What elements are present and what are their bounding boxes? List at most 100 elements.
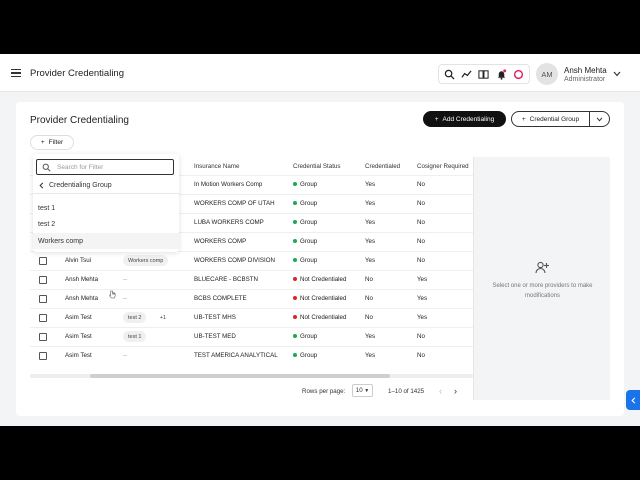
group-chip[interactable]: +1	[155, 312, 171, 323]
table-row[interactable]: Alvin Tsui Workers comp WORKERS COMP DIVIS…	[30, 251, 473, 270]
filter-back-row[interactable]: Credentialing Group	[33, 178, 179, 194]
cosigner-value: No	[417, 257, 425, 264]
credential-group-label: Credential Group	[529, 115, 580, 123]
status-dot-icon	[293, 239, 297, 244]
credential-status-label: Group	[300, 238, 318, 245]
bulk-action-panel: Select one or more providers to make mod…	[473, 157, 610, 400]
row-checkbox[interactable]	[39, 295, 47, 303]
filter-search-input[interactable]	[57, 162, 167, 173]
credentialed-value: Yes	[365, 238, 376, 245]
row-checkbox[interactable]	[39, 257, 47, 265]
search-icon	[42, 163, 51, 172]
user-role: Administrator	[564, 76, 606, 83]
search-icon[interactable]	[444, 69, 455, 80]
credentialed-value: Yes	[365, 181, 376, 188]
row-checkbox[interactable]	[39, 314, 47, 322]
table-row[interactable]: Asim Test -- TEST AMERICA ANALYTICAL Group Y…	[30, 346, 473, 365]
hamburger-menu-icon[interactable]	[11, 69, 21, 78]
credential-status: Not Credentialed	[293, 314, 346, 321]
credential-group-button[interactable]: + Credential Group	[511, 111, 610, 127]
chevron-down-icon[interactable]	[613, 71, 621, 77]
filter-label: Filter	[48, 139, 64, 146]
column-header-status[interactable]: Credential Status	[293, 157, 340, 175]
row-checkbox[interactable]	[39, 333, 47, 341]
table-row[interactable]: Ansh Mehta -- BLUECARE - BCBSTN Not Credent…	[30, 270, 473, 289]
horizontal-scrollbar[interactable]	[30, 374, 473, 378]
filter-button[interactable]: + Filter	[30, 135, 74, 150]
filter-search[interactable]	[36, 159, 174, 175]
user-name: Ansh Mehta	[564, 66, 607, 75]
status-dot-icon	[293, 334, 297, 339]
insurance-name: WORKERS COMP OF UTAH	[194, 200, 275, 207]
plus-icon: +	[434, 115, 439, 123]
status-dot-icon	[293, 201, 297, 206]
provider-name: Asim Test	[65, 314, 92, 321]
insurance-name: WORKERS COMP	[194, 238, 247, 245]
credential-status-label: Group	[300, 257, 318, 264]
credentialed-value: Yes	[365, 352, 376, 359]
credential-status-label: Group	[300, 333, 318, 340]
table-row[interactable]: Asim Test test 1 UB-TEST MED Group Yes No	[30, 327, 473, 346]
group-empty: --	[123, 276, 128, 283]
filter-option[interactable]: Workers comp	[33, 233, 179, 249]
credential-status-label: Group	[300, 352, 318, 359]
group-chip: Workers comp	[123, 255, 169, 266]
group-chip: test 1	[123, 331, 147, 342]
insurance-name: BLUECARE - BCBSTN	[194, 276, 258, 283]
column-header-cosigner[interactable]: Cosigner Required	[417, 157, 469, 175]
table-row[interactable]: Ansh Mehta -- BCBS COMPLETE Not Credentiale…	[30, 289, 473, 308]
bell-icon[interactable]	[496, 68, 507, 80]
credentialed-value: Yes	[365, 219, 376, 226]
filter-option[interactable]: test 1	[33, 200, 179, 216]
side-drawer-toggle[interactable]	[626, 390, 640, 410]
plus-icon: +	[521, 115, 526, 123]
cosigner-value: No	[417, 333, 425, 340]
filter-option[interactable]: test 2	[33, 216, 179, 232]
credential-status-label: Group	[300, 181, 318, 188]
plus-icon: +	[40, 139, 45, 146]
insurance-name: In Motion Workers Comp	[194, 181, 263, 188]
status-dot-icon	[293, 277, 297, 282]
add-credentialing-button[interactable]: + Add Credentialing	[423, 111, 506, 127]
status-ring-icon[interactable]	[513, 69, 524, 80]
credential-status: Group	[293, 238, 317, 245]
insurance-name: UB-TEST MED	[194, 333, 236, 340]
next-page-icon[interactable]: ›	[454, 386, 457, 396]
credential-group-main[interactable]: + Credential Group	[512, 112, 589, 126]
insurance-name: BCBS COMPLETE	[194, 295, 247, 302]
mouse-pointer-icon	[109, 290, 116, 299]
status-dot-icon	[293, 296, 297, 301]
provider-name: Asim Test	[65, 333, 92, 340]
credential-group-dropdown[interactable]	[589, 112, 609, 126]
column-header-insurance[interactable]: Insurance Name	[194, 157, 239, 175]
book-icon[interactable]	[478, 69, 490, 80]
status-dot-icon	[293, 315, 297, 320]
row-checkbox[interactable]	[39, 352, 47, 360]
scrollbar-thumb[interactable]	[90, 374, 390, 378]
cosigner-value: Yes	[417, 314, 428, 321]
chevron-down-icon	[596, 117, 603, 122]
credential-status: Group	[293, 200, 317, 207]
credential-status: Group	[293, 257, 317, 264]
cosigner-value: No	[417, 219, 425, 226]
status-dot-icon	[293, 182, 297, 187]
filter-popup: Credentialing Group test 1 test 2 Worker…	[33, 154, 179, 252]
credentialed-value: Yes	[365, 333, 376, 340]
rows-per-page-select[interactable]: 10 ▼	[352, 384, 373, 397]
credential-status-label: Not Credentialed	[300, 295, 347, 302]
credential-status: Group	[293, 219, 317, 226]
add-credentialing-label: Add Credentialing	[442, 115, 495, 123]
credentialed-value: No	[365, 276, 373, 283]
avatar[interactable]: AM	[536, 63, 558, 85]
insurance-name: LUBA WORKERS COMP	[194, 219, 264, 226]
trend-icon[interactable]	[461, 69, 472, 80]
credential-status-label: Group	[300, 200, 318, 207]
credentialed-value: Yes	[365, 200, 376, 207]
column-header-credentialed[interactable]: Credentialed	[365, 157, 400, 175]
credential-status-label: Not Credentialed	[300, 276, 347, 283]
insurance-name: WORKERS COMP DIVISION	[194, 257, 276, 264]
table-row[interactable]: Asim Test test 2 +1 UB-TEST MHS Not Credenti…	[30, 308, 473, 327]
credential-status: Group	[293, 352, 317, 359]
prev-page-icon[interactable]: ‹	[439, 386, 442, 396]
row-checkbox[interactable]	[39, 276, 47, 284]
